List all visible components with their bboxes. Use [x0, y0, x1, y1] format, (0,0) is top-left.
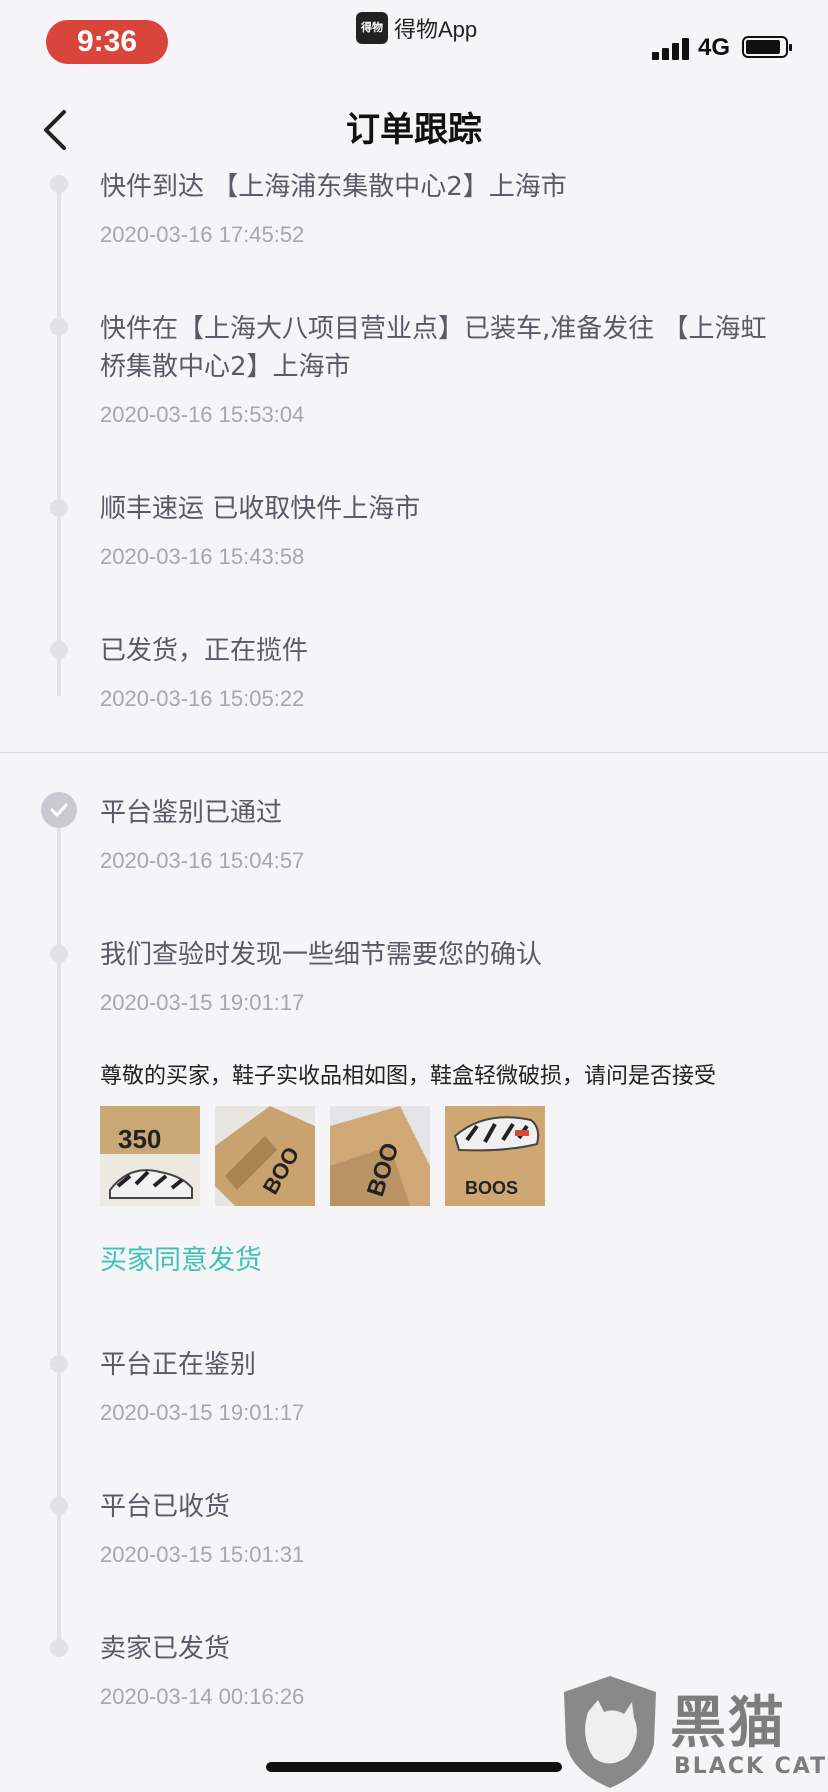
event-title: 平台已收货: [100, 1492, 231, 1522]
check-icon: [41, 792, 77, 828]
event-time: 2020-03-16 17:45:52: [100, 222, 305, 247]
svg-text:BOOS: BOOS: [465, 1178, 518, 1198]
event-time: 2020-03-16 15:04:57: [100, 848, 305, 873]
svg-text:350: 350: [118, 1124, 161, 1154]
event-title: 平台正在鉴别: [100, 1350, 257, 1380]
timeline-dot: [50, 318, 68, 336]
event-time: 2020-03-14 00:16:26: [100, 1684, 305, 1709]
box-side-photo[interactable]: BOO: [330, 1106, 430, 1206]
timeline-dot: [50, 1497, 68, 1515]
timeline-dot: [50, 641, 68, 659]
timeline-dot: [50, 1639, 68, 1657]
shoe-photo[interactable]: 350: [100, 1106, 200, 1206]
buyer-agree-link[interactable]: 买家同意发货: [100, 1238, 262, 1277]
watermark-title: 黑猫: [670, 1691, 786, 1756]
blackcat-watermark: 黑猫 BLACK CAT: [558, 1672, 828, 1792]
timeline-dot: [50, 1355, 68, 1373]
event-title: 卖家已发货: [100, 1634, 231, 1664]
event-title: 快件在【上海大八项目营业点】已装车,准备发往 【上海虹桥集散中心2】上海市: [100, 314, 767, 382]
event-title: 快件到达 【上海浦东集散中心2】上海市: [100, 172, 567, 202]
event-time: 2020-03-15 19:01:17: [100, 990, 305, 1015]
event-title: 平台鉴别已通过: [100, 798, 283, 828]
photo-row: 350 BOO BOO BOOS: [100, 1106, 560, 1206]
event-time: 2020-03-16 15:53:04: [100, 402, 305, 427]
event-title: 我们查验时发现一些细节需要您的确认: [100, 940, 543, 970]
event-title: 已发货，正在揽件: [100, 636, 309, 666]
timeline-dot: [50, 499, 68, 517]
home-indicator[interactable]: [266, 1762, 562, 1772]
section-divider: [0, 752, 828, 753]
event-time: 2020-03-16 15:05:22: [100, 686, 305, 711]
tracking-timeline: 快件到达 【上海浦东集散中心2】上海市 2020-03-16 17:45:52 …: [0, 0, 828, 1792]
timeline-dot: [50, 945, 68, 963]
timeline-line: [57, 176, 61, 696]
shoe-box-photo[interactable]: BOOS: [445, 1106, 545, 1206]
event-title: 顺丰速运 已收取快件上海市: [100, 494, 421, 524]
event-time: 2020-03-15 15:01:31: [100, 1542, 305, 1567]
event-time: 2020-03-16 15:43:58: [100, 544, 305, 569]
confirmation-message: 尊敬的买家，鞋子实收品相如图，鞋盒轻微破损，请问是否接受: [100, 1064, 717, 1089]
event-time: 2020-03-15 19:01:17: [100, 1400, 305, 1425]
watermark-subtitle: BLACK CAT: [674, 1754, 828, 1779]
box-corner-photo[interactable]: BOO: [215, 1106, 315, 1206]
timeline-dot: [50, 175, 68, 193]
cat-shield-icon: [564, 1676, 656, 1788]
